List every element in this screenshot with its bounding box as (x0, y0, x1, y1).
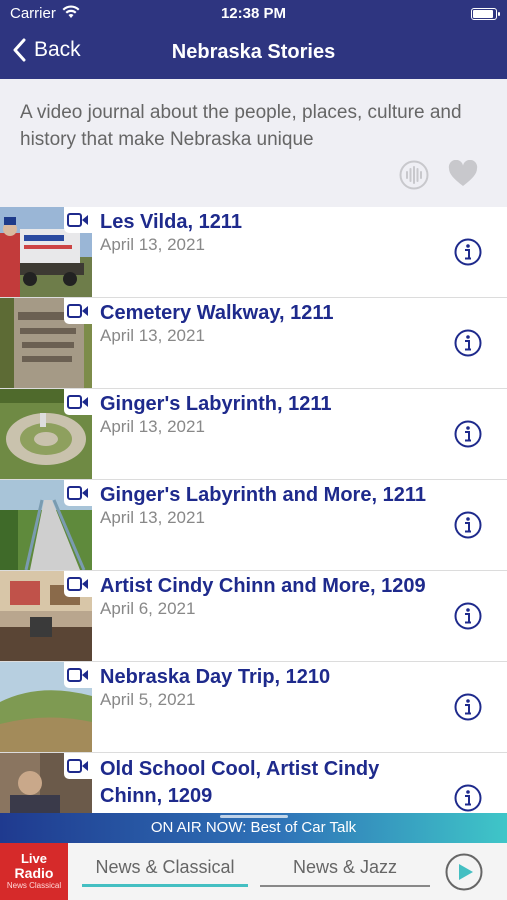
show-description: A video journal about the people, places… (20, 102, 462, 150)
clock: 12:38 PM (220, 5, 287, 22)
nav-bar: Back Nebraska Stories (0, 28, 507, 79)
on-air-text: ON AIR NOW: Best of Car Talk (150, 819, 357, 836)
tab-news-classical[interactable]: News & Classical (82, 857, 248, 878)
heart-icon (448, 159, 478, 186)
episode-title: Artist Cindy Chinn and More, 1209 (100, 575, 426, 597)
tab-news-jazz[interactable]: News & Jazz (260, 857, 430, 878)
episode-title: Cemetery Walkway, 1211 (100, 302, 334, 324)
info-icon (454, 784, 482, 812)
battery-icon (471, 8, 500, 20)
episode-date: April 13, 2021 (100, 508, 205, 527)
tab-inactive-indicator (260, 885, 430, 887)
video-camera-icon (64, 753, 92, 779)
episode-title: Old School Cool, Artist Cindy Chinn, 120… (100, 758, 380, 807)
on-air-banner[interactable]: ON AIR NOW: Best of Car Talk (0, 813, 507, 843)
info-button[interactable] (454, 329, 482, 362)
info-button[interactable] (454, 602, 482, 635)
info-button[interactable] (454, 511, 482, 544)
episode-date: April 13, 2021 (100, 417, 205, 436)
video-camera-icon (64, 662, 92, 688)
status-bar: Carrier 12:38 PM (0, 0, 507, 28)
favorite-button[interactable] (448, 159, 478, 188)
episode-title: Ginger's Labyrinth and More, 1211 (100, 484, 426, 506)
info-icon (454, 511, 482, 539)
episode-row[interactable]: Les Vilda, 1211 April 13, 2021 (0, 207, 507, 298)
episode-row[interactable]: Artist Cindy Chinn and More, 1209 April … (0, 571, 507, 662)
info-button[interactable] (454, 238, 482, 271)
tab-active-indicator (82, 884, 248, 887)
episode-row[interactable]: Nebraska Day Trip, 1210 April 5, 2021 (0, 662, 507, 753)
episode-row[interactable]: Cemetery Walkway, 1211 April 13, 2021 (0, 298, 507, 389)
episode-title: Les Vilda, 1211 (100, 211, 242, 233)
episode-date: April 5, 2021 (100, 690, 196, 709)
episode-row[interactable]: Ginger's Labyrinth and More, 1211 April … (0, 480, 507, 571)
info-button[interactable] (454, 420, 482, 453)
drag-handle[interactable] (220, 815, 288, 818)
show-header: A video journal about the people, places… (0, 79, 507, 207)
audio-waveform-icon (399, 160, 429, 190)
logo-line-2: Radio (14, 865, 54, 881)
episode-row[interactable]: Ginger's Labyrinth, 1211 April 13, 2021 (0, 389, 507, 480)
episode-list: Les Vilda, 1211 April 13, 2021 Cemetery … (0, 207, 507, 813)
info-button[interactable] (454, 693, 482, 726)
episode-title: Nebraska Day Trip, 1210 (100, 666, 331, 688)
video-camera-icon (64, 207, 92, 233)
radio-player-bar: Live Radio News Classical News & Classic… (0, 843, 507, 900)
play-icon (445, 853, 483, 891)
episode-title: Ginger's Labyrinth, 1211 (100, 393, 332, 415)
video-camera-icon (64, 298, 92, 324)
info-icon (454, 238, 482, 266)
logo-line-3: News Classical (6, 881, 62, 890)
play-button[interactable] (445, 853, 483, 896)
video-camera-icon (64, 389, 92, 415)
audio-description-button[interactable] (399, 160, 429, 190)
episode-row[interactable]: Old School Cool, Artist Cindy Chinn, 120… (0, 753, 507, 813)
episode-date: April 6, 2021 (100, 599, 196, 618)
station-logo[interactable]: Live Radio News Classical (0, 843, 68, 900)
video-camera-icon (64, 480, 92, 506)
logo-line-1: Live (20, 851, 47, 866)
info-icon (454, 693, 482, 721)
info-icon (454, 602, 482, 630)
page-title: Nebraska Stories (171, 41, 336, 63)
info-button[interactable] (454, 784, 482, 813)
video-camera-icon (64, 571, 92, 597)
episode-date: April 13, 2021 (100, 326, 205, 345)
info-icon (454, 329, 482, 357)
episode-date: April 13, 2021 (100, 235, 205, 254)
info-icon (454, 420, 482, 448)
